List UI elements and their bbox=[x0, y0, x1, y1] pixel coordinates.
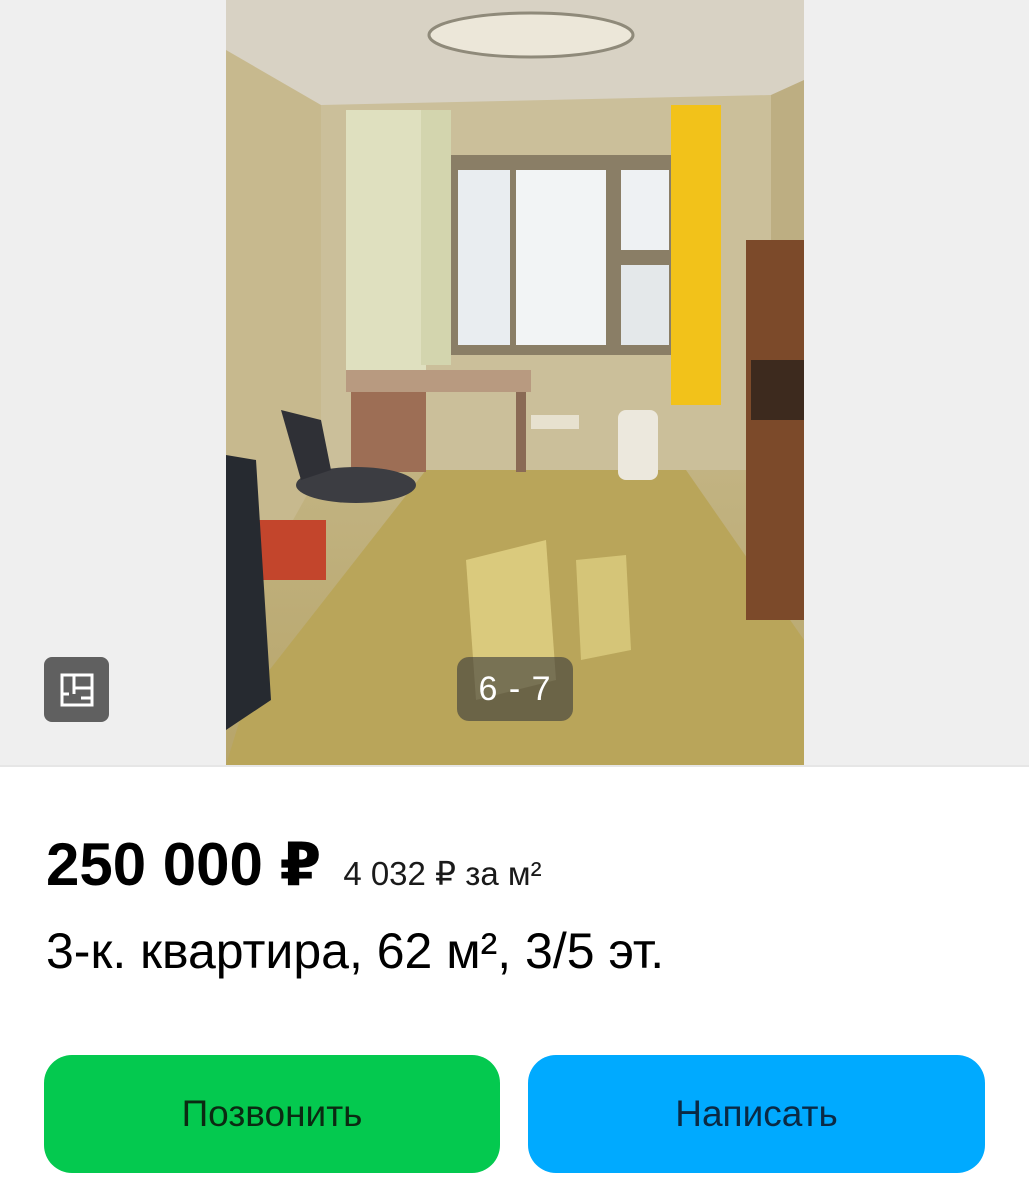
floorplan-button[interactable] bbox=[44, 657, 109, 722]
price-per-m2: 4 032 ₽ за м² bbox=[343, 855, 542, 892]
photo-counter: 6 - 7 bbox=[457, 657, 573, 721]
price: 250 000 ₽ bbox=[46, 831, 322, 898]
floorplan-icon bbox=[60, 673, 93, 706]
call-button[interactable]: Позвонить bbox=[44, 1055, 500, 1173]
room-photo-image bbox=[226, 0, 804, 765]
write-button-label: Написать bbox=[675, 1093, 838, 1134]
room-photo[interactable] bbox=[226, 0, 804, 765]
divider bbox=[0, 765, 1029, 767]
listing-title: 3-к. квартира, 62 м², 3/5 эт. bbox=[46, 923, 665, 979]
call-button-label: Позвонить bbox=[181, 1093, 363, 1134]
photo-gallery[interactable]: 6 - 7 bbox=[0, 0, 1029, 765]
price-row: 250 000 ₽ 4 032 ₽ за м² bbox=[46, 830, 542, 900]
write-button[interactable]: Написать bbox=[528, 1055, 985, 1173]
